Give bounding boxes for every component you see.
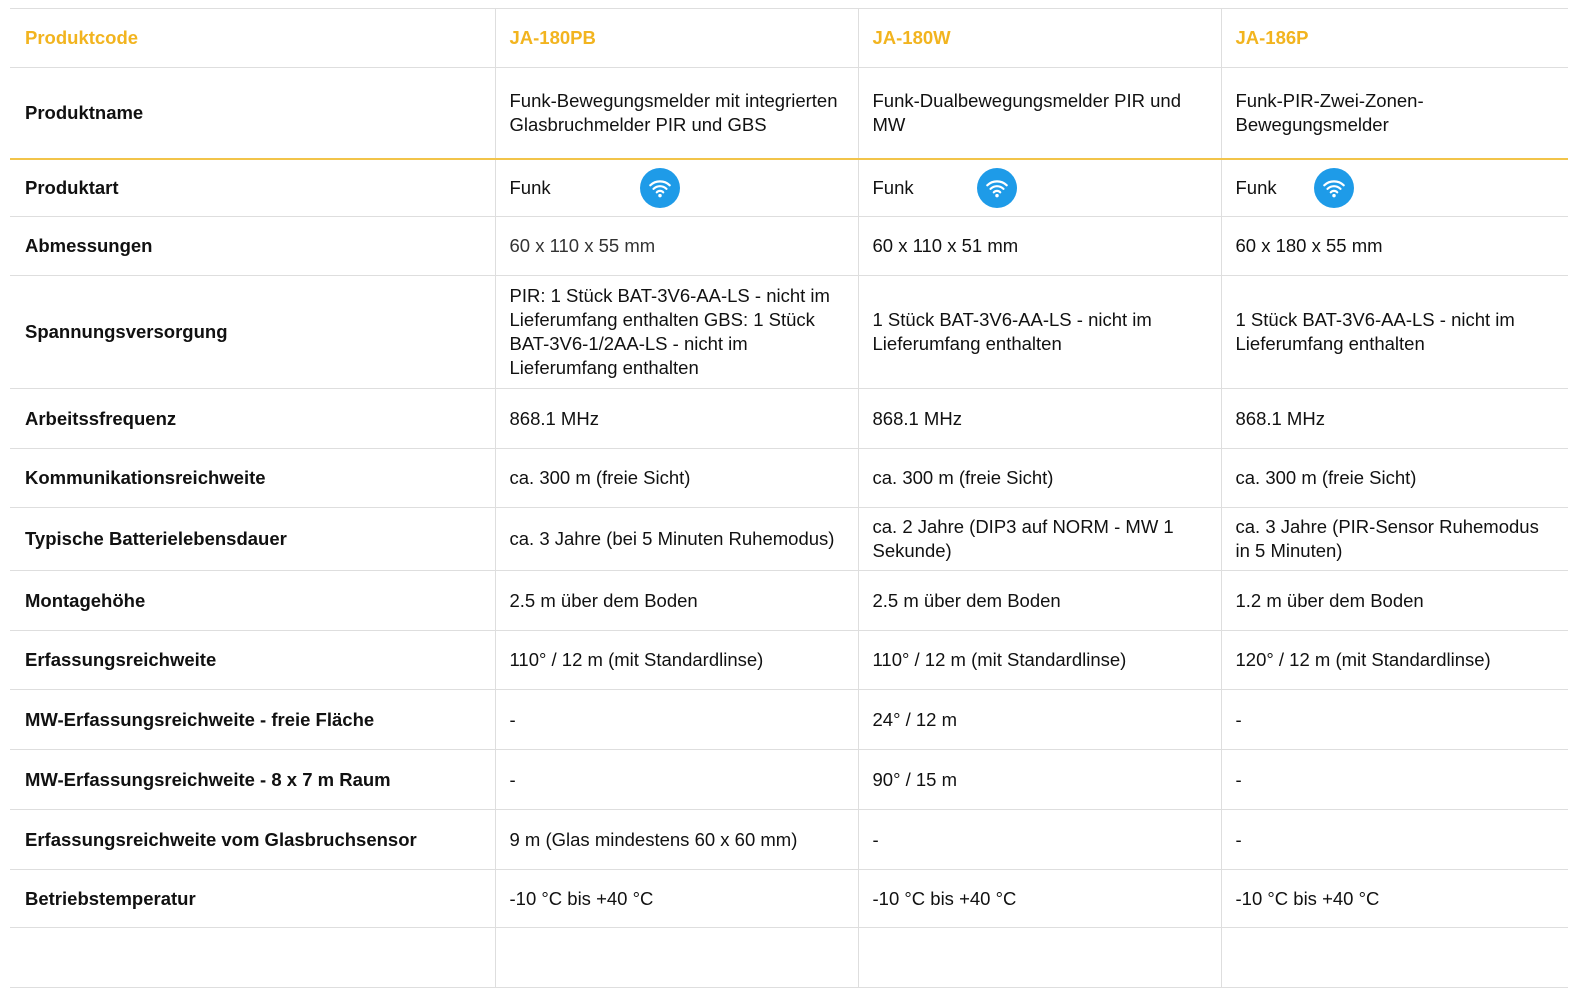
wifi-icon xyxy=(639,167,680,208)
table-row: Arbeitssfrequenz 868.1 MHz 868.1 MHz 868… xyxy=(10,388,1568,449)
table-cell: - xyxy=(857,809,1221,870)
product-comparison-table: Produktcode JA-180PB JA-180W JA-186P Pro… xyxy=(10,8,1568,988)
header-label: Produktcode xyxy=(10,8,495,68)
table-row: Erfassungsreichweite 110° / 12 m (mit St… xyxy=(10,630,1568,690)
row-label: Arbeitssfrequenz xyxy=(10,388,495,449)
wifi-icon xyxy=(976,167,1017,208)
table-cell: -10 °C bis +40 °C xyxy=(857,869,1221,928)
table-cell: 2.5 m über dem Boden xyxy=(494,570,858,631)
table-cell: 868.1 MHz xyxy=(1220,388,1568,449)
table-row: MW-Erfassungsreichweite - freie Fläche -… xyxy=(10,689,1568,750)
table-row: MW-Erfassungsreichweite - 8 x 7 m Raum -… xyxy=(10,749,1568,810)
table-cell: ca. 2 Jahre (DIP3 auf NORM - MW 1 Sekund… xyxy=(857,507,1221,571)
row-label: Produktname xyxy=(10,67,495,160)
row-label: MW-Erfassungsreichweite - freie Fläche xyxy=(10,689,495,750)
table-cell: ca. 300 m (freie Sicht) xyxy=(857,448,1221,508)
table-cell: Funk-Bewegungsmelder mit integrierten Gl… xyxy=(494,67,858,160)
table-cell: PIR: 1 Stück BAT-3V6-AA-LS - nicht im Li… xyxy=(494,275,858,389)
table-cell: -10 °C bis +40 °C xyxy=(494,869,858,928)
product-type-text: Funk xyxy=(1235,176,1277,198)
table-cell: 60 x 110 x 55 mm xyxy=(494,216,858,276)
table-cell: 60 x 180 x 55 mm xyxy=(1220,216,1568,276)
wifi-icon xyxy=(1313,167,1354,208)
table-cell: Funk xyxy=(857,158,1221,217)
table-cell: ca. 300 m (freie Sicht) xyxy=(494,448,858,508)
table-cell: 1.2 m über dem Boden xyxy=(1220,570,1568,631)
table-cell: - xyxy=(1220,749,1568,810)
table-row: Spannungsversorgung PIR: 1 Stück BAT-3V6… xyxy=(10,275,1568,389)
row-label: Erfassungsreichweite xyxy=(10,630,495,690)
table-row: Typische Batterielebensdauer ca. 3 Jahre… xyxy=(10,507,1568,571)
row-label: Kommunikationsreichweite xyxy=(10,448,495,508)
row-label: Produktart xyxy=(10,158,495,217)
product-code-1: JA-180PB xyxy=(494,8,858,68)
row-label: Typische Batterielebensdauer xyxy=(10,507,495,571)
product-code-2: JA-180W xyxy=(857,8,1221,68)
table-row: Betriebstemperatur -10 °C bis +40 °C -10… xyxy=(10,869,1568,928)
table-cell: - xyxy=(494,689,858,750)
table-cell: 1 Stück BAT-3V6-AA-LS - nicht im Lieferu… xyxy=(1220,275,1568,389)
table-row: Erfassungsreichweite vom Glasbruchsensor… xyxy=(10,809,1568,870)
table-cell: 868.1 MHz xyxy=(857,388,1221,449)
row-label: Abmessungen xyxy=(10,216,495,276)
row-label: MW-Erfassungsreichweite - 8 x 7 m Raum xyxy=(10,749,495,810)
table-row: Abmessungen 60 x 110 x 55 mm 60 x 110 x … xyxy=(10,216,1568,276)
table-cell: ca. 3 Jahre (PIR-Sensor Ruhemodus in 5 M… xyxy=(1220,507,1568,571)
product-code-3: JA-186P xyxy=(1220,8,1568,68)
table-cell: 90° / 15 m xyxy=(857,749,1221,810)
table-row: Montagehöhe 2.5 m über dem Boden 2.5 m ü… xyxy=(10,570,1568,631)
row-label: Spannungsversorgung xyxy=(10,275,495,389)
table-cell: 1 Stück BAT-3V6-AA-LS - nicht im Lieferu… xyxy=(857,275,1221,389)
table-cell: 60 x 110 x 51 mm xyxy=(857,216,1221,276)
table-cell: 110° / 12 m (mit Standardlinse) xyxy=(857,630,1221,690)
table-header-row: Produktcode JA-180PB JA-180W JA-186P xyxy=(10,8,1568,68)
table-cell: -10 °C bis +40 °C xyxy=(1220,869,1568,928)
table-cell: - xyxy=(494,749,858,810)
table-cell: Funk-Dualbewegungsmelder PIR und MW xyxy=(857,67,1221,160)
table-cell: - xyxy=(1220,809,1568,870)
row-label: Montagehöhe xyxy=(10,570,495,631)
table-cell: 110° / 12 m (mit Standardlinse) xyxy=(494,630,858,690)
table-cell: Funk xyxy=(1220,158,1568,217)
table-row: Produktart Funk Funk Funk xyxy=(10,158,1568,217)
table-row: Produktname Funk-Bewegungsmelder mit int… xyxy=(10,67,1568,160)
table-cell: ca. 3 Jahre (bei 5 Minuten Ruhemodus) xyxy=(494,507,858,571)
product-type-text: Funk xyxy=(509,176,551,198)
table-cell: Funk-PIR-Zwei-Zonen-Bewegungsmelder xyxy=(1220,67,1568,160)
table-row: Kommunikationsreichweite ca. 300 m (frei… xyxy=(10,448,1568,508)
table-cell: 9 m (Glas mindestens 60 x 60 mm) xyxy=(494,809,858,870)
product-type-text: Funk xyxy=(872,176,914,198)
table-cell: Funk xyxy=(494,158,858,217)
table-cell: ca. 300 m (freie Sicht) xyxy=(1220,448,1568,508)
table-cell: 24° / 12 m xyxy=(857,689,1221,750)
table-cell: 2.5 m über dem Boden xyxy=(857,570,1221,631)
spec-sheet: Produktcode JA-180PB JA-180W JA-186P Pro… xyxy=(0,0,1586,988)
table-cell: 120° / 12 m (mit Standardlinse) xyxy=(1220,630,1568,690)
table-cell: 868.1 MHz xyxy=(494,388,858,449)
table-cell: - xyxy=(1220,689,1568,750)
row-label: Betriebstemperatur xyxy=(10,869,495,928)
row-label: Erfassungsreichweite vom Glasbruchsensor xyxy=(10,809,495,870)
